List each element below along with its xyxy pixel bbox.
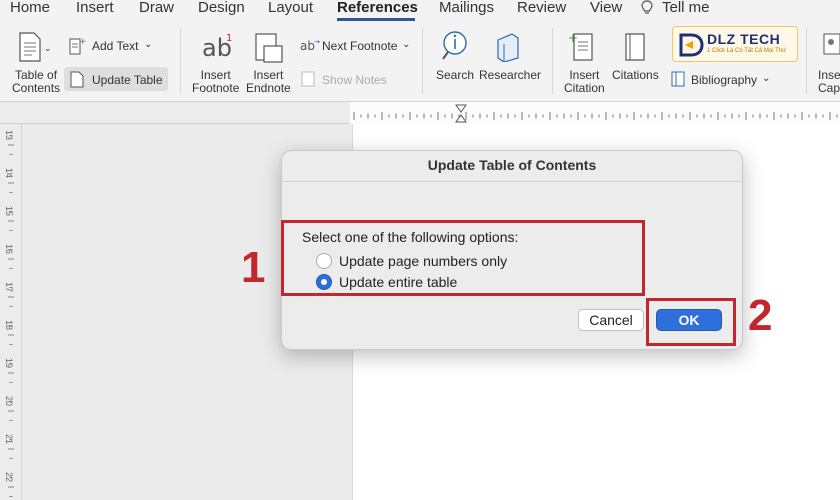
- divider: [422, 28, 423, 94]
- tab-design[interactable]: Design: [198, 0, 245, 16]
- tab-layout[interactable]: Layout: [268, 0, 313, 16]
- ruler-number: 16: [4, 243, 15, 255]
- bibliography-icon: [671, 71, 685, 87]
- show-notes-icon: [301, 71, 315, 87]
- table-of-contents-label[interactable]: Table of Contents: [12, 69, 60, 95]
- tab-home[interactable]: Home: [10, 0, 50, 16]
- tab-insert[interactable]: Insert: [76, 0, 114, 16]
- svg-text:→: →: [314, 38, 320, 46]
- left-indent-marker: [455, 114, 467, 123]
- insert-citation-icon[interactable]: +: [568, 30, 598, 64]
- tab-draw[interactable]: Draw: [139, 0, 174, 16]
- step1-highlight-box: [281, 220, 645, 296]
- tell-me-search[interactable]: Tell me: [662, 0, 710, 16]
- menu-tabs: Home Insert Draw Design Layout Reference…: [0, 0, 840, 22]
- step2-number: 2: [748, 291, 773, 340]
- ruler-page-section: [350, 102, 840, 124]
- researcher-button[interactable]: Researcher: [479, 69, 541, 82]
- insert-footnote-button[interactable]: Insert Footnote: [192, 69, 239, 95]
- ruler-number: 20: [4, 395, 15, 407]
- divider: [180, 28, 181, 94]
- add-text-button[interactable]: Add Text: [92, 40, 138, 53]
- divider: [806, 28, 807, 94]
- update-table-icon: [70, 71, 84, 88]
- ruler-number: 15: [4, 205, 15, 217]
- insert-caption-button[interactable]: Inse Capt: [818, 69, 840, 95]
- insert-footnote-icon[interactable]: ab 1: [200, 30, 234, 64]
- dialog-divider: [282, 181, 742, 182]
- dlz-logo-icon: [679, 33, 704, 57]
- search-button[interactable]: Search: [436, 69, 474, 82]
- horizontal-ruler[interactable]: [0, 102, 840, 124]
- first-line-indent-marker: [455, 104, 467, 113]
- ruler-number: 17: [4, 281, 15, 293]
- svg-text:1: 1: [226, 33, 232, 44]
- next-footnote-icon[interactable]: ab →: [300, 36, 320, 54]
- svg-text:+: +: [79, 37, 86, 47]
- insert-endnote-icon[interactable]: [254, 32, 286, 64]
- bibliography-button[interactable]: Bibliography: [691, 74, 757, 87]
- ruler-number: 13: [4, 129, 15, 141]
- insert-caption-icon[interactable]: [822, 32, 840, 62]
- dlz-tech-logo: DLZ TECH 1 Click Là Có Tất Cả Mọi Thứ: [672, 26, 798, 62]
- ruler-ticks: [353, 104, 838, 123]
- ruler-number: 21: [4, 433, 15, 445]
- tab-review[interactable]: Review: [517, 0, 566, 16]
- ruler-number: 22: [4, 471, 15, 483]
- search-icon[interactable]: [440, 30, 470, 62]
- vertical-ruler[interactable]: 13 14 15 16 17 18 19 20 21 22: [0, 124, 22, 500]
- ruler-number: 18: [4, 319, 15, 331]
- citations-button[interactable]: Citations: [612, 69, 659, 82]
- divider: [552, 28, 553, 94]
- svg-text:+: +: [568, 31, 578, 45]
- chevron-down-icon[interactable]: ⌄: [44, 42, 52, 55]
- logo-name: DLZ TECH: [707, 31, 781, 47]
- ruler-number: 19: [4, 357, 15, 369]
- step2-highlight-box: [646, 298, 736, 346]
- chevron-down-icon[interactable]: ⌄: [762, 72, 770, 85]
- tab-mailings[interactable]: Mailings: [439, 0, 494, 16]
- lightbulb-icon: [641, 0, 653, 14]
- show-notes-button[interactable]: Show Notes: [322, 74, 387, 87]
- add-text-icon[interactable]: +: [68, 36, 86, 56]
- next-footnote-button[interactable]: Next Footnote: [322, 40, 397, 53]
- insert-endnote-button[interactable]: Insert Endnote: [246, 69, 291, 95]
- chevron-down-icon[interactable]: ⌄: [402, 38, 410, 51]
- citations-icon[interactable]: [622, 32, 648, 62]
- insert-citation-button[interactable]: Insert Citation: [564, 69, 605, 95]
- tab-references[interactable]: References: [337, 0, 418, 16]
- logo-tagline: 1 Click Là Có Tất Cả Mọi Thứ: [707, 48, 787, 54]
- svg-text:ab: ab: [300, 39, 315, 53]
- tab-view[interactable]: View: [590, 0, 622, 16]
- cancel-button[interactable]: Cancel: [578, 309, 644, 331]
- update-table-label: Update Table: [92, 73, 163, 87]
- ruler-number: 14: [4, 167, 15, 179]
- chevron-down-icon[interactable]: ⌄: [144, 38, 152, 51]
- step1-number: 1: [241, 243, 266, 292]
- dialog-title: Update Table of Contents: [427, 157, 597, 173]
- active-tab-indicator: [337, 18, 415, 21]
- table-of-contents-icon[interactable]: [18, 32, 42, 62]
- researcher-icon[interactable]: [494, 32, 522, 62]
